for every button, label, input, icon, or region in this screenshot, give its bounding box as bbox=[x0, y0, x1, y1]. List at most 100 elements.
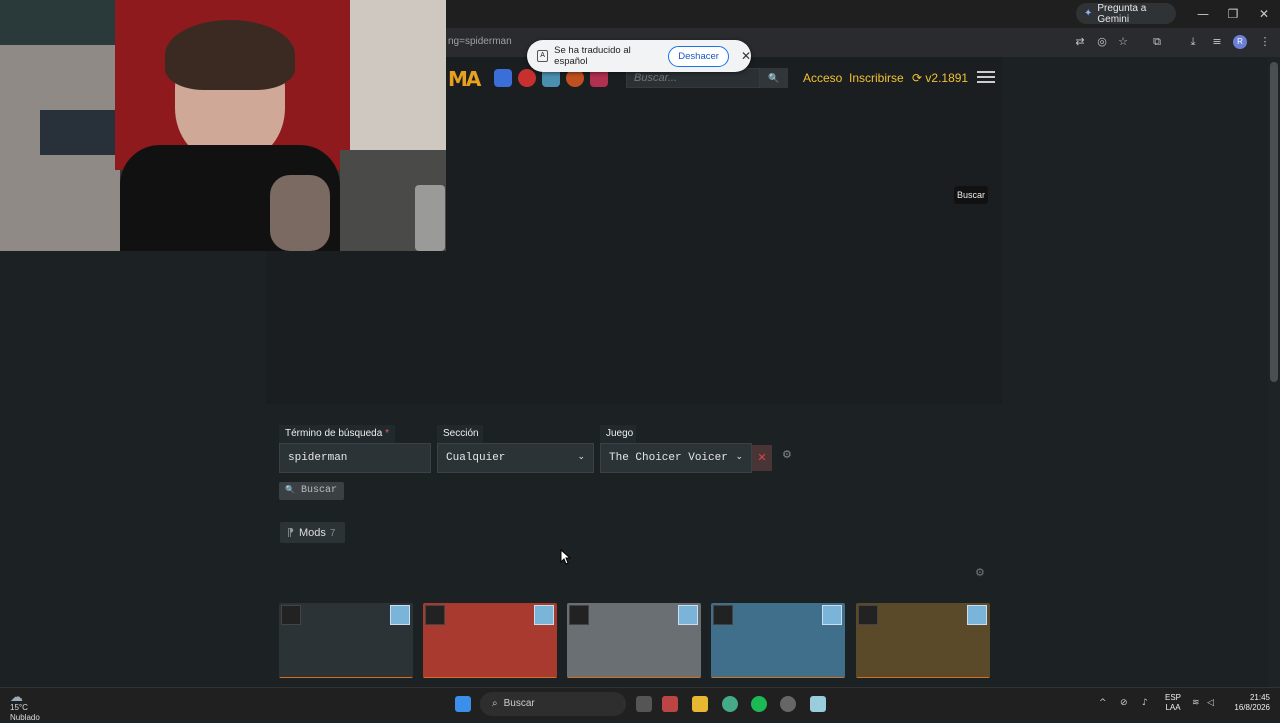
mod-thumbnail-2[interactable] bbox=[423, 603, 557, 678]
version-link[interactable]: ⟳ v2.1891 bbox=[912, 71, 968, 85]
clear-game-button[interactable]: ✕ bbox=[752, 445, 772, 471]
network-off-icon[interactable]: ⊘ bbox=[1120, 698, 1128, 708]
submitter-avatar bbox=[713, 605, 733, 625]
taskbar-search-label: Buscar bbox=[503, 698, 535, 709]
game-badge-icon bbox=[678, 605, 698, 625]
mod-thumbnail-1[interactable] bbox=[279, 603, 413, 678]
game-icon-2[interactable] bbox=[518, 69, 536, 87]
required-marker: * bbox=[385, 428, 389, 439]
search-submit-label: Buscar bbox=[300, 485, 337, 496]
language-indicator[interactable]: ESP LAA bbox=[1164, 693, 1182, 713]
start-icon[interactable] bbox=[455, 696, 471, 712]
undo-translate-button[interactable]: Deshacer bbox=[668, 45, 729, 67]
search-icon: ⌕ bbox=[492, 698, 498, 709]
microphone-icon[interactable]: ♪ bbox=[1142, 698, 1148, 708]
gear-icon[interactable]: ⚙ bbox=[975, 566, 985, 579]
star-icon[interactable]: ☆ bbox=[1115, 35, 1131, 49]
gemini-button[interactable]: ✦ Pregunta a Gemini bbox=[1076, 3, 1176, 25]
volume-icon[interactable]: ◁ bbox=[1207, 698, 1214, 708]
webcam-overlay bbox=[0, 0, 446, 251]
login-link[interactable]: Acceso bbox=[803, 71, 842, 85]
game-label: Juego bbox=[600, 425, 636, 443]
submitter-avatar bbox=[425, 605, 445, 625]
maximize-button[interactable]: ❐ bbox=[1222, 5, 1244, 23]
buscar-tooltip: Buscar bbox=[954, 186, 988, 204]
more-menu-icon[interactable]: ⋮ bbox=[1257, 35, 1273, 49]
gear-icon[interactable]: ⚙ bbox=[782, 448, 792, 461]
site-logo[interactable]: MA bbox=[448, 67, 482, 91]
profile-avatar[interactable]: R bbox=[1233, 35, 1247, 49]
date: 16/8/2026 bbox=[1234, 703, 1270, 712]
title-edge bbox=[711, 677, 845, 678]
term-label-text: Término de búsqueda bbox=[285, 428, 383, 439]
spotify-icon[interactable] bbox=[751, 696, 767, 712]
taskbar-search[interactable]: ⌕ Buscar bbox=[480, 692, 626, 716]
time: 21:45 bbox=[1249, 693, 1270, 702]
mod-thumbnail-3[interactable] bbox=[567, 603, 701, 678]
section-select[interactable]: Cualquier ⌄ bbox=[437, 443, 594, 473]
game-select[interactable]: The Choicer Voicer ⌄ bbox=[600, 443, 752, 473]
url-text[interactable]: ng=spiderman bbox=[448, 36, 512, 47]
version-label: v2.1891 bbox=[925, 71, 969, 85]
task-view-icon[interactable] bbox=[636, 696, 652, 712]
cloud-icon: ☁ bbox=[10, 690, 23, 705]
mods-tab[interactable]: ⁋ Mods 7 bbox=[280, 522, 345, 543]
file-explorer-icon[interactable] bbox=[692, 696, 708, 712]
weather-text: Nublado bbox=[10, 713, 40, 722]
extensions-icon[interactable]: ⧉ bbox=[1149, 35, 1165, 49]
clock[interactable]: 21:45 16/8/2026 bbox=[1224, 693, 1270, 713]
minimize-button[interactable]: — bbox=[1192, 5, 1214, 23]
game-value: The Choicer Voicer bbox=[609, 452, 728, 464]
hamburger-menu-icon[interactable] bbox=[977, 68, 995, 86]
chevron-down-icon: ⌄ bbox=[577, 452, 585, 462]
chrome-icon[interactable] bbox=[722, 696, 738, 712]
ad-area bbox=[446, 101, 1002, 251]
site-search-button[interactable]: 🔍 bbox=[760, 68, 788, 88]
title-edge bbox=[856, 677, 990, 678]
wifi-icon[interactable]: ≋ bbox=[1192, 698, 1200, 708]
submitter-avatar bbox=[569, 605, 589, 625]
title-edge bbox=[279, 677, 413, 678]
eye-off-icon[interactable]: ◎ bbox=[1094, 35, 1110, 49]
close-window-button[interactable]: ✕ bbox=[1253, 5, 1275, 23]
mod-thumbnail-4[interactable] bbox=[711, 603, 845, 678]
app-icon[interactable] bbox=[662, 696, 678, 712]
search-icon: 🔍 bbox=[285, 486, 295, 495]
gemini-icon: ✦ bbox=[1084, 8, 1093, 19]
mods-icon: ⁋ bbox=[287, 527, 294, 539]
download-icon[interactable]: ⤓ bbox=[1185, 35, 1201, 49]
game-badge-icon bbox=[822, 605, 842, 625]
mod-thumbnail-5[interactable] bbox=[856, 603, 990, 678]
refresh-icon: ⟳ bbox=[912, 71, 923, 85]
mods-count: 7 bbox=[329, 528, 336, 539]
term-label: Término de búsqueda * bbox=[279, 425, 395, 443]
translate-bubble-icon: A bbox=[537, 50, 549, 62]
close-icon[interactable]: ✕ bbox=[741, 49, 751, 63]
notepad-icon[interactable] bbox=[810, 696, 826, 712]
title-edge bbox=[567, 677, 701, 678]
weather-widget[interactable]: ☁ 15°C Nublado bbox=[10, 690, 40, 723]
section-value: Cualquier bbox=[446, 452, 506, 464]
game-badge-icon bbox=[390, 605, 410, 625]
media-icon[interactable]: ≡ bbox=[1209, 35, 1225, 49]
submitter-avatar bbox=[858, 605, 878, 625]
mods-label: Mods bbox=[299, 527, 326, 539]
section-label: Sección bbox=[437, 425, 483, 443]
title-edge bbox=[423, 677, 557, 678]
lang-bottom: LAA bbox=[1165, 703, 1181, 712]
mouse-cursor-icon bbox=[560, 549, 572, 565]
search-submit-button[interactable]: 🔍 Buscar bbox=[279, 482, 344, 500]
scrollbar-thumb[interactable] bbox=[1270, 62, 1278, 382]
translate-message: Se ha traducido al español bbox=[554, 45, 631, 67]
game-badge-icon bbox=[967, 605, 987, 625]
submitter-avatar bbox=[281, 605, 301, 625]
game-badge-icon bbox=[534, 605, 554, 625]
app-icon[interactable] bbox=[780, 696, 796, 712]
chevron-up-icon[interactable]: ^ bbox=[1099, 698, 1107, 708]
lang-top: ESP bbox=[1164, 693, 1181, 702]
search-term-input[interactable]: spiderman bbox=[279, 443, 431, 473]
game-icon-1[interactable] bbox=[494, 69, 512, 87]
translate-icon[interactable]: ⇄ bbox=[1072, 35, 1088, 49]
chevron-down-icon: ⌄ bbox=[735, 452, 743, 462]
signup-link[interactable]: Inscribirse bbox=[849, 71, 904, 85]
